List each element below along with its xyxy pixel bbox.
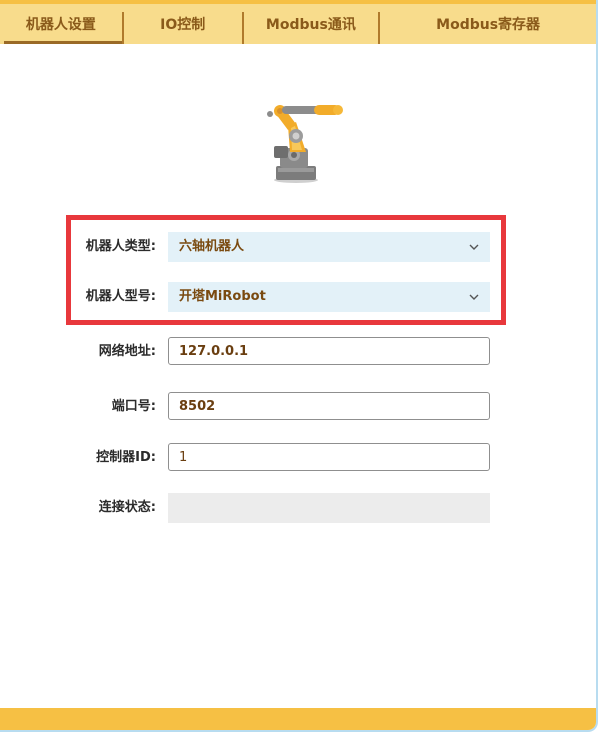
robot-model-label: 机器人型号:: [85, 289, 156, 304]
robot-type-label: 机器人类型:: [85, 239, 156, 254]
connection-status-display: [168, 493, 490, 523]
port-row: 端口号:: [0, 392, 596, 422]
robot-type-select[interactable]: 六轴机器人: [168, 232, 490, 262]
robot-arm-image: [267, 105, 343, 183]
robot-type-value: 六轴机器人: [179, 239, 245, 254]
chevron-down-icon: [469, 294, 479, 300]
tab-bar: 机器人设置 IO控制 Modbus通讯 Modbus寄存器: [0, 4, 596, 44]
port-label: 端口号:: [111, 399, 156, 414]
tab-robot-settings[interactable]: 机器人设置: [0, 4, 122, 44]
network-address-input[interactable]: [168, 337, 490, 365]
bottom-accent-bar: [0, 708, 596, 730]
network-address-label: 网络地址:: [98, 344, 156, 359]
tab-modbus-registers[interactable]: Modbus寄存器: [380, 4, 596, 44]
robot-model-select[interactable]: 开塔MiRobot: [168, 282, 490, 312]
robot-model-value: 开塔MiRobot: [179, 289, 266, 304]
robot-model-row: 机器人型号: 开塔MiRobot: [0, 282, 596, 312]
controller-id-label: 控制器ID:: [96, 450, 156, 465]
connection-status-row: 连接状态:: [0, 493, 596, 523]
controller-id-input[interactable]: [168, 443, 490, 471]
robot-type-row: 机器人类型: 六轴机器人: [0, 232, 596, 262]
chevron-down-icon: [469, 244, 479, 250]
connection-status-label: 连接状态:: [98, 500, 156, 515]
tab-io-control[interactable]: IO控制: [124, 4, 242, 44]
controller-id-row: 控制器ID:: [0, 443, 596, 473]
network-address-row: 网络地址:: [0, 337, 596, 367]
robot-settings-panel: 机器人设置 IO控制 Modbus通讯 Modbus寄存器 机器人类型: 六轴机…: [0, 0, 598, 732]
port-input[interactable]: [168, 392, 490, 420]
tab-modbus-comm[interactable]: Modbus通讯: [244, 4, 379, 44]
